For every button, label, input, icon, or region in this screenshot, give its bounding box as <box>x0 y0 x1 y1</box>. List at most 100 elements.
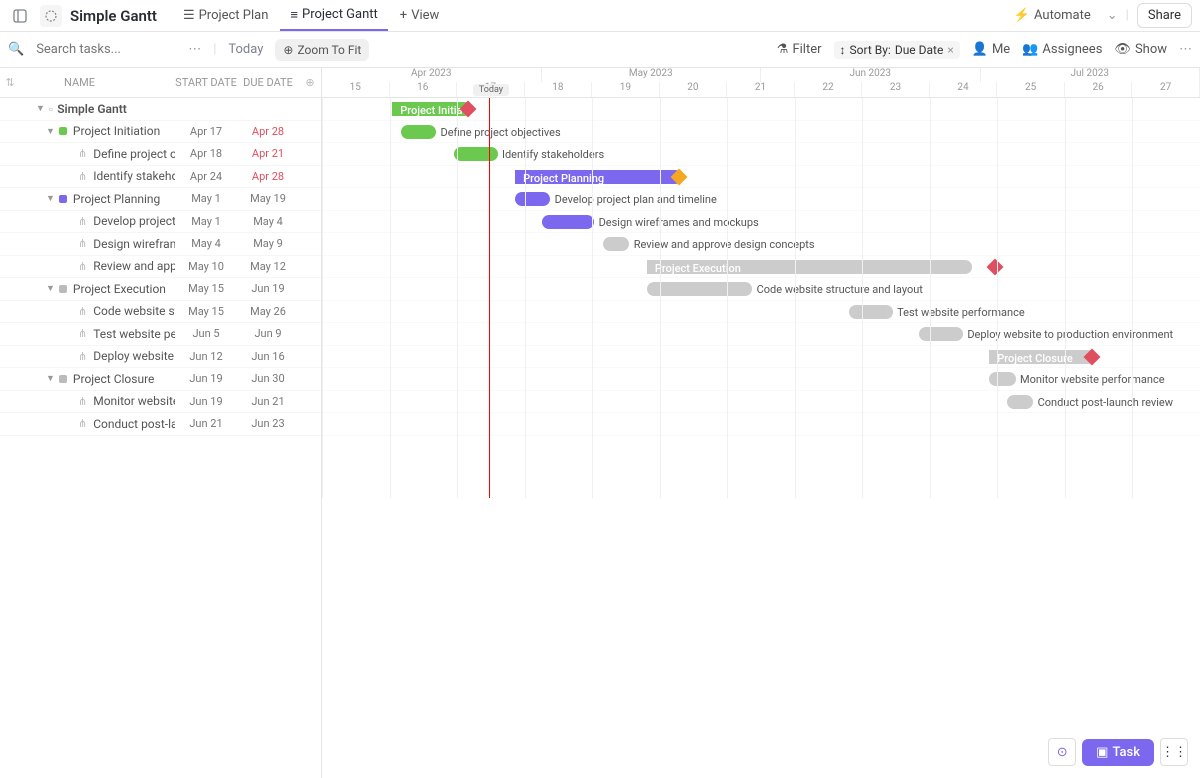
table-row[interactable]: ▼Project PlanningMay 1May 19 <box>0 188 321 211</box>
timeline-row[interactable]: Define project objectives <box>322 121 1200 144</box>
start-date-cell[interactable]: May 10 <box>175 260 237 273</box>
timeline-row[interactable]: Conduct post-launch review <box>322 391 1200 414</box>
table-row[interactable]: ⋔Deploy website to production environmen… <box>0 346 321 369</box>
due-date-cell[interactable]: May 9 <box>237 237 299 250</box>
table-row[interactable]: ⋔Conduct post-launch reviewJun 21Jun 23 <box>0 413 321 436</box>
today-button[interactable]: Today <box>228 42 263 57</box>
tab-project-plan[interactable]: ☰ Project Plan <box>173 1 278 31</box>
start-date-cell[interactable]: May 15 <box>175 305 237 318</box>
add-view-button[interactable]: + View <box>390 1 450 31</box>
table-row[interactable]: ⋔Design wireframes and mockupsMay 4May 9 <box>0 233 321 256</box>
new-task-button[interactable]: ▣ Task <box>1082 739 1154 766</box>
start-date-cell[interactable]: Apr 24 <box>175 170 237 183</box>
gantt-bar[interactable] <box>1007 395 1033 409</box>
column-start-header[interactable]: Start Date <box>175 76 237 89</box>
timeline-row[interactable]: Review and approve design concepts <box>322 233 1200 256</box>
gantt-bar[interactable]: Project Execution <box>647 260 972 274</box>
sidebar-toggle-icon[interactable] <box>8 4 32 28</box>
timeline-row[interactable] <box>322 413 1200 436</box>
timeline-row[interactable]: Project Planning <box>322 166 1200 189</box>
start-date-cell[interactable]: May 4 <box>175 237 237 250</box>
table-row[interactable]: ▼▫Simple Gantt <box>0 98 321 121</box>
task-name[interactable]: Identify stakeholders <box>93 169 175 183</box>
start-date-cell[interactable]: Jun 21 <box>175 417 237 430</box>
due-date-cell[interactable]: Jun 16 <box>237 350 299 363</box>
table-row[interactable]: ▼Project ClosureJun 19Jun 30 <box>0 368 321 391</box>
table-row[interactable]: ⋔Test website performanceJun 5Jun 9 <box>0 323 321 346</box>
gantt-bar[interactable] <box>919 327 963 341</box>
share-button[interactable]: Share <box>1137 3 1192 28</box>
due-date-cell[interactable]: May 12 <box>237 260 299 273</box>
task-name[interactable]: Project Closure <box>73 372 154 386</box>
sort-chip[interactable]: ↕ Sort By: Due Date × <box>834 41 960 59</box>
expand-icon[interactable]: ▼ <box>46 193 55 204</box>
start-date-cell[interactable]: Jun 5 <box>175 327 237 340</box>
table-row[interactable]: ▼ Project Execution May 15Jun 19 <box>0 278 321 301</box>
filter-button[interactable]: ⚗ Filter <box>777 42 822 57</box>
table-row[interactable]: ▼Project InitiationApr 17Apr 28 <box>0 121 321 144</box>
timeline-row[interactable]: Test website performance <box>322 301 1200 324</box>
assignees-button[interactable]: 👥 Assignees <box>1022 42 1102 57</box>
table-row[interactable]: ⋔Define project objectivesApr 18Apr 21 <box>0 143 321 166</box>
timeline-row[interactable]: Code website structure and layout <box>322 278 1200 301</box>
zoom-fit-button[interactable]: ⊕ Zoom To Fit <box>275 39 369 61</box>
apps-button[interactable]: ⋮⋮ <box>1160 738 1188 766</box>
tab-project-gantt[interactable]: ≡ Project Gantt <box>280 1 387 31</box>
due-date-cell[interactable]: Jun 23 <box>237 417 299 430</box>
task-name[interactable]: Monitor website performance <box>93 394 175 408</box>
more-options-icon[interactable]: ⋯ <box>1179 42 1192 57</box>
task-name[interactable]: Project Planning <box>73 192 160 206</box>
expand-icon[interactable]: ▼ <box>46 283 55 294</box>
due-date-cell[interactable]: May 26 <box>237 305 299 318</box>
task-name[interactable]: Project Execution <box>73 282 166 296</box>
timeline-row[interactable]: Identify stakeholders <box>322 143 1200 166</box>
add-column-button[interactable]: ⊕ <box>299 76 321 89</box>
table-row[interactable]: ⋔Review and approve design conceptsMay 1… <box>0 256 321 279</box>
due-date-cell[interactable]: Jun 21 <box>237 395 299 408</box>
gantt-bar[interactable] <box>603 237 629 251</box>
due-date-cell[interactable]: Jun 9 <box>237 327 299 340</box>
space-icon[interactable] <box>40 5 62 27</box>
table-row[interactable]: ⋔Identify stakeholdersApr 24Apr 28 <box>0 166 321 189</box>
column-name-header[interactable]: Name <box>20 76 175 89</box>
timeline-row[interactable]: Project Closure <box>322 346 1200 369</box>
gantt-bar[interactable] <box>515 192 550 206</box>
task-name[interactable]: Develop project plan and timeline <box>93 214 175 228</box>
expand-collapse-icon[interactable]: ⇅ <box>0 76 20 89</box>
expand-icon[interactable]: ▼ <box>46 126 55 137</box>
expand-icon[interactable]: ▼ <box>46 373 55 384</box>
table-row[interactable]: ⋔Monitor website performanceJun 19Jun 21 <box>0 391 321 414</box>
task-name[interactable]: Project Initiation <box>73 124 160 138</box>
task-name[interactable]: Code website structure and layout <box>93 304 175 318</box>
start-date-cell[interactable]: Jun 12 <box>175 350 237 363</box>
gantt-bar[interactable] <box>849 305 893 319</box>
start-date-cell[interactable]: May 15 <box>175 282 237 295</box>
clear-sort-icon[interactable]: × <box>947 43 953 57</box>
gantt-bar[interactable] <box>454 147 498 161</box>
due-date-cell[interactable]: Apr 28 <box>237 170 299 183</box>
show-button[interactable]: 👁 Show <box>1114 42 1167 57</box>
task-name[interactable]: Design wireframes and mockups <box>93 237 175 251</box>
task-name[interactable]: Simple Gantt <box>57 102 127 116</box>
timeline-row[interactable]: Deploy website to production environment <box>322 323 1200 346</box>
gantt-bar[interactable]: Project Closure <box>989 350 1094 364</box>
timeline-row[interactable]: Design wireframes and mockups <box>322 211 1200 234</box>
search-input[interactable] <box>36 42 176 57</box>
task-name[interactable]: Test website performance <box>93 327 175 341</box>
gantt-bar[interactable] <box>647 282 752 296</box>
space-title[interactable]: Simple Gantt <box>70 7 157 25</box>
gantt-bar[interactable] <box>401 125 436 139</box>
timeline-row[interactable]: Project Initiation <box>322 98 1200 121</box>
start-date-cell[interactable]: May 1 <box>175 215 237 228</box>
due-date-cell[interactable]: Jun 30 <box>237 372 299 385</box>
start-date-cell[interactable]: May 1 <box>175 192 237 205</box>
gantt-bar[interactable] <box>989 372 1015 386</box>
due-date-cell[interactable]: Jun 19 <box>237 282 299 295</box>
timeline-row[interactable]: Project Execution <box>322 256 1200 279</box>
table-row[interactable]: ⋔Develop project plan and timelineMay 1M… <box>0 211 321 234</box>
task-name[interactable]: Define project objectives <box>93 147 175 161</box>
chevron-down-icon[interactable]: ⌄ <box>1107 8 1118 23</box>
due-date-cell[interactable]: Apr 21 <box>237 147 299 160</box>
start-date-cell[interactable]: Apr 18 <box>175 147 237 160</box>
gantt-bar[interactable]: Project Planning <box>515 170 682 184</box>
